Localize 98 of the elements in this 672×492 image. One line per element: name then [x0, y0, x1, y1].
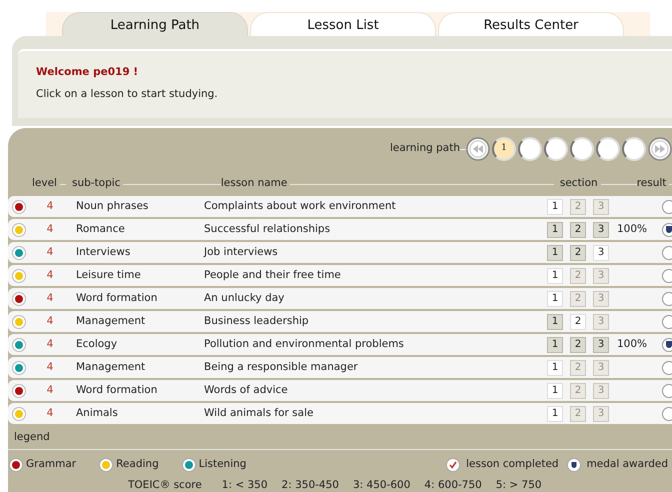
section-button[interactable]: 1 — [547, 406, 563, 422]
section-button[interactable]: 1 — [547, 360, 563, 376]
section-button: 2 — [570, 290, 586, 306]
tab[interactable]: Learning Path — [62, 12, 248, 38]
sub-topic-cell-text: Noun phrases — [75, 198, 150, 214]
lesson-name-cell[interactable]: Wild animals for sale — [204, 406, 547, 422]
welcome-title: Welcome pe019 ! — [36, 65, 140, 80]
medal-icon — [566, 458, 581, 472]
level-cell-text: 4 — [46, 360, 54, 375]
path-node[interactable]: 1 — [492, 137, 516, 161]
table-row[interactable]: 4 Interviews Job interviews 1 2 3 — [8, 242, 672, 263]
path-node[interactable] — [596, 137, 620, 161]
score-range: 4: 600-750 — [424, 478, 482, 492]
level-cell-text: 4 — [46, 222, 54, 237]
result-cell: 100% — [617, 338, 648, 350]
section-button[interactable]: 3 — [593, 336, 609, 352]
checkmark-icon — [446, 458, 460, 472]
lesson-name-cell[interactable]: Job interviews — [204, 244, 547, 260]
sub-topic-cell-text: Ecology — [75, 336, 118, 352]
section-button[interactable]: 1 — [547, 382, 563, 398]
tab[interactable]: Lesson List — [250, 12, 436, 38]
rewind-icon[interactable] — [466, 137, 490, 161]
section-button[interactable]: 1 — [547, 336, 563, 352]
score-title: TOEIC® score — [128, 478, 202, 492]
path-node[interactable] — [518, 137, 542, 161]
section-button: 2 — [570, 268, 586, 284]
section-button: 3 — [593, 314, 609, 330]
section-button: 2 — [570, 198, 586, 214]
section-button: 3 — [593, 198, 609, 214]
section-button[interactable]: 1 — [547, 222, 563, 238]
sub-topic-cell-text: Interviews — [75, 244, 132, 260]
result-cell: 100% — [617, 222, 648, 235]
legend-label: Listening — [198, 456, 246, 472]
learning-path-label: learning path — [390, 141, 460, 156]
lesson-name-cell[interactable]: Words of advice — [204, 382, 547, 398]
path-node[interactable] — [622, 137, 646, 161]
sub-topic-cell-text: Leisure time — [75, 268, 142, 283]
legend-label: Reading — [116, 456, 159, 472]
section-button[interactable]: 2 — [570, 222, 586, 238]
column-header: result — [636, 176, 666, 192]
lesson-name-cell[interactable]: Being a responsible manager — [204, 360, 547, 376]
sub-topic-cell-text: Management — [75, 314, 146, 329]
section-button[interactable]: 3 — [593, 244, 609, 260]
level-cell-text: 4 — [46, 268, 54, 283]
path-node[interactable] — [544, 137, 568, 161]
level-cell-text: 4 — [46, 382, 54, 398]
section-button[interactable]: 2 — [570, 244, 586, 260]
section-button: 2 — [570, 360, 586, 376]
section-button: 2 — [570, 382, 586, 398]
column-header: lesson name — [220, 176, 288, 192]
sub-topic-cell-text: Animals — [75, 406, 119, 421]
level-cell-text: 4 — [46, 336, 54, 352]
sub-topic-cell-text: Word formation — [75, 382, 158, 398]
legend-label: medal awarded — [586, 456, 668, 472]
path-node[interactable] — [570, 137, 594, 161]
fast-forward-icon[interactable] — [648, 137, 672, 161]
score-range: 3: 450-600 — [352, 478, 410, 492]
section-button[interactable]: 3 — [593, 222, 609, 238]
score-range: 2: 350-450 — [282, 478, 339, 492]
level-cell-text: 4 — [46, 314, 54, 329]
section-button: 3 — [593, 382, 609, 398]
section-button[interactable]: 1 — [547, 314, 563, 330]
section-button: 3 — [593, 268, 609, 284]
level-cell-text: 4 — [46, 198, 54, 214]
section-button[interactable]: 2 — [570, 314, 586, 330]
column-header: sub-topic — [72, 176, 120, 192]
section-button: 3 — [593, 406, 609, 422]
legend-title: legend — [14, 431, 50, 443]
legend-label: Grammar — [26, 456, 76, 472]
lesson-name-cell[interactable]: Pollution and environmental problems — [204, 336, 547, 352]
column-header: section — [560, 176, 598, 192]
table-row[interactable]: 4 Romance Successful relationships 1 2 3 100% — [8, 219, 672, 240]
legend-label: lesson completed — [466, 456, 559, 472]
lesson-name-cell[interactable]: An unlucky day — [204, 290, 547, 306]
sub-topic-cell-text: Romance — [75, 222, 126, 237]
section-button[interactable]: 1 — [547, 198, 563, 214]
level-cell-text: 4 — [46, 290, 54, 306]
score-range: 1: < 350 — [222, 478, 268, 492]
section-button: 3 — [593, 290, 609, 306]
section-button[interactable]: 1 — [547, 244, 563, 260]
section-button[interactable]: 2 — [570, 336, 586, 352]
lesson-name-cell[interactable]: Successful relationships — [204, 222, 547, 238]
lesson-name-cell[interactable]: Business leadership — [204, 314, 547, 330]
welcome-message: Click on a lesson to start studying. — [36, 86, 219, 102]
sub-topic-cell-text: Word formation — [75, 290, 158, 306]
section-button: 3 — [593, 360, 609, 376]
level-cell-text: 4 — [46, 406, 54, 421]
lesson-name-cell[interactable]: People and their free time — [204, 268, 547, 284]
column-header: level — [32, 176, 57, 192]
sub-topic-cell-text: Management — [75, 360, 146, 375]
section-button[interactable]: 1 — [547, 290, 563, 306]
lesson-name-cell[interactable]: Complaints about work environment — [204, 198, 547, 214]
section-button[interactable]: 1 — [547, 268, 563, 284]
tab[interactable]: Results Center — [438, 12, 624, 38]
section-button: 2 — [570, 406, 586, 422]
score-range: 5: > 750 — [496, 478, 542, 492]
table-row[interactable]: 4 Ecology Pollution and environmental problems 1 2 3 100% — [8, 334, 672, 355]
level-cell-text: 4 — [46, 244, 54, 260]
